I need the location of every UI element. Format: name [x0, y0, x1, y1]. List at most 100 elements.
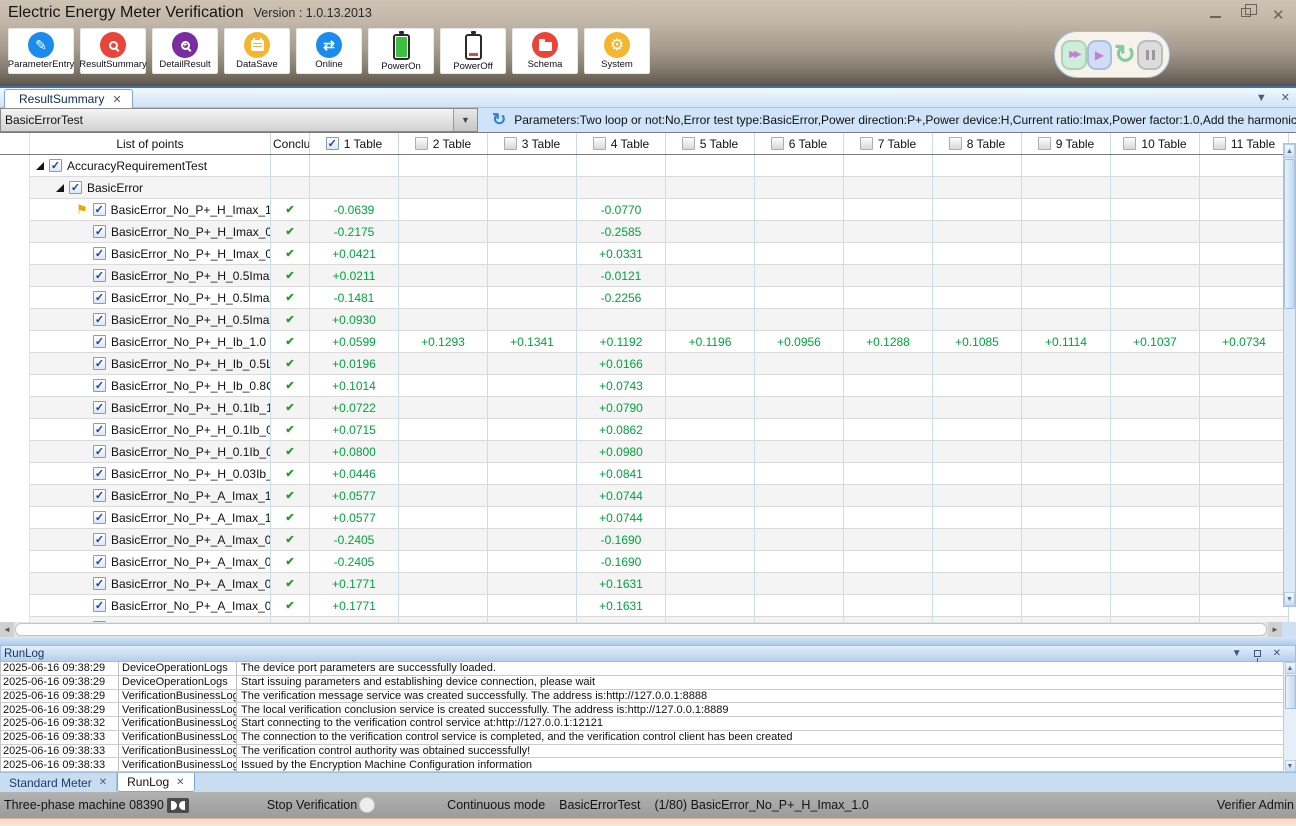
tree-expander-icon[interactable]	[56, 184, 64, 192]
row-checkbox[interactable]: ✓	[93, 555, 106, 568]
tab-close-icon[interactable]: ✕	[112, 93, 121, 106]
bottom-tab-runlog[interactable]: RunLog✕	[117, 773, 194, 792]
row-checkbox[interactable]: ✓	[93, 335, 106, 348]
toolbar-button-poweron[interactable]: PowerOn	[368, 28, 434, 74]
pause-button[interactable]	[1137, 40, 1163, 70]
table-column-checkbox[interactable]	[1213, 137, 1226, 150]
row-name-cell[interactable]: ✓BasicError	[30, 177, 271, 199]
row-name-cell[interactable]: ⚑✓BasicError_No_P+_H_Imax_1.0	[30, 199, 271, 221]
bottom-tab-close-icon[interactable]: ✕	[99, 777, 107, 788]
runlog-close-icon[interactable]: ✕	[1273, 648, 1281, 659]
row-name-cell[interactable]: ✓BasicError_No_P+_A_Imax_0.8C	[30, 595, 271, 617]
table-column-checkbox[interactable]	[1123, 137, 1136, 150]
table-column-header-7[interactable]: 7 Table	[844, 133, 933, 154]
bottom-tab-standard-meter[interactable]: Standard Meter✕	[0, 773, 117, 792]
row-name-cell[interactable]: ✓BasicError_No_P+_H_Ib_0.8C	[30, 375, 271, 397]
stop-verification-control[interactable]: Stop Verification	[267, 797, 375, 813]
row-name-cell[interactable]: ✓BasicError_No_P+_H_0.5Imax_0.8C	[30, 309, 271, 331]
row-name-cell[interactable]: ✓AccuracyRequirementTest	[30, 155, 271, 177]
table-column-header-4[interactable]: 4 Table	[577, 133, 666, 154]
row-name-cell[interactable]: ✓BasicError_No_P+_H_0.5Imax_0.5L	[30, 287, 271, 309]
toolbar-button-online[interactable]: ⇄Online	[296, 28, 362, 74]
row-name-cell[interactable]: ✓BasicError_No_P+_H_0.1Ib_0.5L	[30, 419, 271, 441]
row-checkbox[interactable]: ✓	[93, 291, 106, 304]
horizontal-scroll-thumb[interactable]	[15, 623, 1267, 636]
table-column-header-10[interactable]: 10 Table	[1111, 133, 1200, 154]
grid-vertical-scrollbar[interactable]: ▲ ▼	[1283, 143, 1296, 607]
toolbar-button-parameterentry[interactable]: ✎ParameterEntry	[8, 28, 74, 74]
table-column-checkbox[interactable]: ✓	[326, 137, 339, 150]
row-name-cell[interactable]: ✓BasicError_No_P+_H_Imax_0.8C	[30, 243, 271, 265]
tab-strip-close-icon[interactable]: ✕	[1281, 91, 1290, 104]
tab-resultsummary[interactable]: ResultSummary ✕	[4, 89, 133, 108]
row-checkbox[interactable]: ✓	[93, 445, 106, 458]
scroll-right-icon[interactable]: ►	[1268, 622, 1282, 637]
runlog-dropdown-icon[interactable]: ▼	[1232, 648, 1242, 659]
table-column-checkbox[interactable]	[504, 137, 517, 150]
row-name-cell[interactable]: ✓BasicError_No_P+_H_0.5Imax_1.0	[30, 265, 271, 287]
row-checkbox[interactable]: ✓	[93, 401, 106, 414]
play-button[interactable]: ▶	[1087, 40, 1113, 70]
table-column-header-2[interactable]: 2 Table	[399, 133, 488, 154]
row-checkbox[interactable]: ✓	[93, 225, 106, 238]
row-checkbox[interactable]: ✓	[93, 423, 106, 436]
runlog-scroll-down-icon[interactable]: ▼	[1285, 760, 1296, 772]
restore-button[interactable]	[1240, 7, 1256, 21]
runlog-scroll-thumb[interactable]	[1285, 675, 1296, 709]
scroll-up-icon[interactable]: ▲	[1284, 144, 1295, 158]
tree-node-checkbox[interactable]: ✓	[69, 181, 82, 194]
table-column-checkbox[interactable]	[771, 137, 784, 150]
panel-splitter[interactable]	[0, 637, 1296, 645]
stop-verification-toggle[interactable]	[359, 797, 375, 813]
toolbar-button-schema[interactable]: Schema	[512, 28, 578, 74]
row-name-cell[interactable]: ✓BasicError_No_P+_H_Ib_0.5L	[30, 353, 271, 375]
row-name-cell[interactable]: ✓BasicError_No_P+_H_0.1Ib_0.8C	[30, 441, 271, 463]
toolbar-button-resultsummary[interactable]: ResultSummary	[80, 28, 146, 74]
row-name-cell[interactable]: ✓BasicError_No_P+_H_Imax_0.5L	[30, 221, 271, 243]
grid-horizontal-scrollbar[interactable]: ◄ ►	[0, 622, 1296, 637]
row-checkbox[interactable]: ✓	[93, 269, 106, 282]
table-column-header-6[interactable]: 6 Table	[755, 133, 844, 154]
row-name-cell[interactable]: ✓BasicError_No_P+_H_0.03Ib_1.0	[30, 463, 271, 485]
table-column-checkbox[interactable]	[682, 137, 695, 150]
runlog-scrollbar[interactable]: ▲ ▼	[1283, 662, 1296, 772]
runlog-pin-icon[interactable]	[1254, 650, 1261, 657]
table-column-checkbox[interactable]	[860, 137, 873, 150]
tree-node-checkbox[interactable]: ✓	[49, 159, 62, 172]
table-column-checkbox[interactable]	[949, 137, 962, 150]
row-checkbox[interactable]: ✓	[93, 511, 106, 524]
row-name-cell[interactable]: ✓BasicError_No_P+_H_Ib_1.0	[30, 331, 271, 353]
vertical-scroll-thumb[interactable]	[1284, 159, 1295, 309]
refresh-icon[interactable]: ↻	[492, 110, 506, 130]
scroll-down-icon[interactable]: ▼	[1284, 592, 1295, 606]
dropdown-arrow-icon[interactable]: ▼	[453, 109, 477, 131]
row-checkbox[interactable]: ✓	[93, 489, 106, 502]
row-checkbox[interactable]: ✓	[93, 599, 106, 612]
toolbar-button-detailresult[interactable]: +DetailResult	[152, 28, 218, 74]
table-column-header-11[interactable]: 11 Table	[1200, 133, 1289, 154]
tab-list-dropdown-icon[interactable]: ▼	[1256, 92, 1267, 104]
row-checkbox[interactable]: ✓	[93, 357, 106, 370]
row-name-cell[interactable]: ✓BasicError_No_P+_A_Imax_0.5L	[30, 529, 271, 551]
toolbar-button-datasave[interactable]: DataSave	[224, 28, 290, 74]
row-checkbox[interactable]: ✓	[93, 203, 106, 216]
test-select-dropdown[interactable]: BasicErrorTest ▼	[0, 108, 478, 132]
table-column-header-8[interactable]: 8 Table	[933, 133, 1022, 154]
row-checkbox[interactable]: ✓	[93, 313, 106, 326]
table-column-header-3[interactable]: 3 Table	[488, 133, 577, 154]
row-name-cell[interactable]: ✓BasicError_No_P+_A_Imax_0.5L	[30, 551, 271, 573]
scroll-left-icon[interactable]: ◄	[0, 622, 14, 637]
row-checkbox[interactable]: ✓	[93, 533, 106, 546]
runlog-scroll-up-icon[interactable]: ▲	[1285, 662, 1296, 674]
row-checkbox[interactable]: ✓	[93, 577, 106, 590]
fast-forward-button[interactable]: ▶▶	[1061, 40, 1087, 70]
table-column-header-5[interactable]: 5 Table	[666, 133, 755, 154]
toolbar-button-poweroff[interactable]: PowerOff	[440, 28, 506, 74]
table-column-header-1[interactable]: ✓1 Table	[310, 133, 399, 154]
row-checkbox[interactable]: ✓	[93, 379, 106, 392]
toolbar-button-system[interactable]: ⚙System	[584, 28, 650, 74]
tree-expander-icon[interactable]	[36, 162, 44, 170]
row-checkbox[interactable]: ✓	[93, 467, 106, 480]
table-column-header-9[interactable]: 9 Table	[1022, 133, 1111, 154]
table-column-checkbox[interactable]	[1038, 137, 1051, 150]
